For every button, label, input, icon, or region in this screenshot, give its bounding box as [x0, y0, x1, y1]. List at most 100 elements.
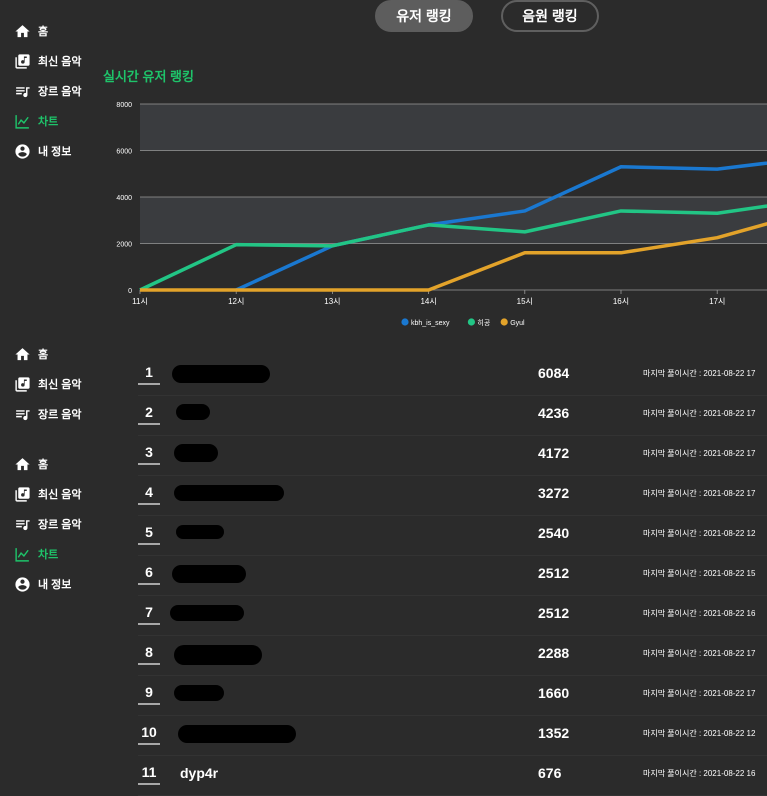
playlist-icon — [14, 406, 31, 423]
grid-band — [140, 104, 767, 151]
sidebar-item[interactable]: 장르 음악 — [14, 399, 82, 429]
sidebar-item-label: 홈 — [38, 349, 49, 361]
last-solve-time: 마지막 풀이시간 : 2021-08-22 15 — [643, 569, 756, 578]
music-library-icon — [14, 53, 31, 70]
ranking-row[interactable]: 6 2512 마지막 풀이시간 : 2021-08-22 15 — [138, 556, 767, 596]
chart-icon — [14, 546, 31, 563]
x-tick-label: 17시 — [709, 297, 725, 306]
y-tick-label: 0 — [128, 288, 132, 295]
tab-user-ranking[interactable]: 유저 랭킹 — [375, 0, 473, 32]
x-tick-label: 14시 — [420, 297, 436, 306]
rank-number: 8 — [138, 644, 160, 665]
redacted-username — [178, 725, 296, 743]
sidebar-item[interactable]: 홈 — [14, 449, 82, 479]
playlist-icon — [14, 516, 31, 533]
score: 2540 — [538, 525, 570, 541]
score: 6084 — [538, 365, 570, 381]
music-library-icon — [14, 486, 31, 503]
ranking-row[interactable]: 2 4236 마지막 풀이시간 : 2021-08-22 17 — [138, 396, 767, 436]
ranking-row[interactable]: 11 dyp4r 676 마지막 풀이시간 : 2021-08-22 16 — [138, 756, 767, 796]
x-tick-label: 15시 — [517, 297, 533, 306]
last-solve-time: 마지막 풀이시간 : 2021-08-22 16 — [643, 769, 756, 778]
sidebar-item[interactable]: 장르 음악 — [14, 509, 82, 539]
legend-label: Gyul — [510, 320, 525, 327]
ranking-row[interactable]: 4 3272 마지막 풀이시간 : 2021-08-22 17 — [138, 476, 767, 516]
rank-number: 1 — [138, 364, 160, 385]
rank-number: 4 — [138, 484, 160, 505]
rank-number: 7 — [138, 604, 160, 625]
sidebar-item-label: 홈 — [38, 26, 49, 38]
ranking-row[interactable]: 9 1660 마지막 풀이시간 : 2021-08-22 17 — [138, 676, 767, 716]
score: 676 — [538, 765, 562, 781]
last-solve-time: 마지막 풀이시간 : 2021-08-22 12 — [643, 529, 756, 538]
sidebar-item[interactable]: 최신 음악 — [14, 46, 82, 76]
sidebar-item-label: 장르 음악 — [38, 519, 82, 531]
x-tick-label: 11시 — [132, 297, 148, 306]
sidebar-item[interactable]: 최신 음악 — [14, 479, 82, 509]
sidebar-item[interactable]: 최신 음악 — [14, 369, 82, 399]
legend-label: kbh_is_sexy — [411, 320, 450, 327]
ranking-row[interactable]: 10 1352 마지막 풀이시간 : 2021-08-22 12 — [138, 716, 767, 756]
sidebar-item-label: 차트 — [38, 549, 59, 561]
last-solve-time: 마지막 풀이시간 : 2021-08-22 16 — [643, 609, 756, 618]
tab-music-ranking[interactable]: 음원 랭킹 — [501, 0, 599, 32]
x-tick-label: 12시 — [228, 297, 244, 306]
redacted-username — [176, 404, 210, 420]
score: 2512 — [538, 605, 570, 621]
redacted-username — [176, 525, 224, 539]
rank-number: 10 — [138, 724, 160, 745]
sidebar-item-label: 홈 — [38, 459, 49, 471]
redacted-username — [174, 444, 218, 462]
legend-marker — [467, 318, 475, 326]
rank-number: 5 — [138, 524, 160, 545]
redacted-username — [170, 605, 244, 621]
ranking-row[interactable]: 5 2540 마지막 풀이시간 : 2021-08-22 12 — [138, 516, 767, 556]
chart-title: 실시간 유저 랭킹 — [103, 69, 194, 84]
redacted-username — [174, 485, 284, 501]
sidebar-item-label: 최신 음악 — [38, 489, 82, 501]
score: 4172 — [538, 445, 570, 461]
ranking-list: 1 6084 마지막 풀이시간 : 2021-08-22 17 2 4236 마지막 풀이… — [138, 356, 767, 796]
sidebar-item-label: 장르 음악 — [38, 409, 82, 421]
realtime-user-ranking-chart: 0200040006000800011시12시13시14시15시16시17시18… — [116, 102, 767, 327]
legend-marker — [401, 318, 409, 326]
sidebar-item[interactable]: 차트 — [14, 539, 82, 569]
last-solve-time: 마지막 풀이시간 : 2021-08-22 17 — [643, 409, 756, 418]
ranking-row[interactable]: 7 2512 마지막 풀이시간 : 2021-08-22 16 — [138, 596, 767, 636]
home-icon — [14, 23, 31, 40]
last-solve-time: 마지막 풀이시간 : 2021-08-22 17 — [643, 489, 756, 498]
last-solve-time: 마지막 풀이시간 : 2021-08-22 17 — [643, 369, 756, 378]
music-library-icon — [14, 376, 31, 393]
redacted-username — [172, 365, 270, 383]
ranking-row[interactable]: 8 2288 마지막 풀이시간 : 2021-08-22 17 — [138, 636, 767, 676]
score: 2512 — [538, 565, 570, 581]
last-solve-time: 마지막 풀이시간 : 2021-08-22 12 — [643, 729, 756, 738]
sidebar-item[interactable]: 홈 — [14, 339, 82, 369]
sidebar-item-label: 최신 음악 — [38, 56, 82, 68]
rank-number: 6 — [138, 564, 160, 585]
score: 4236 — [538, 405, 570, 421]
sidebar-item-label: 최신 음악 — [38, 379, 82, 391]
legend-marker — [500, 318, 508, 326]
sidebar-item[interactable]: 홈 — [14, 16, 82, 46]
sidebar-item-label: 내 정보 — [38, 579, 72, 591]
redacted-username — [174, 685, 224, 701]
score: 3272 — [538, 485, 570, 501]
sidebar-menu-2: 홈최신 음악장르 음악 — [14, 339, 82, 429]
y-tick-label: 4000 — [116, 195, 132, 202]
redacted-username — [172, 565, 246, 583]
ranking-row[interactable]: 1 6084 마지막 풀이시간 : 2021-08-22 17 — [138, 356, 767, 396]
redacted-username — [174, 645, 262, 665]
x-tick-label: 13시 — [324, 297, 340, 306]
account-icon — [14, 576, 31, 593]
rank-number: 11 — [138, 764, 160, 785]
score: 1352 — [538, 725, 570, 741]
sidebar-menu-3: 홈최신 음악장르 음악차트내 정보 — [14, 449, 82, 599]
sidebar-item[interactable]: 내 정보 — [14, 569, 82, 599]
ranking-row[interactable]: 3 4172 마지막 풀이시간 : 2021-08-22 17 — [138, 436, 767, 476]
rank-number: 3 — [138, 444, 160, 465]
rank-number: 9 — [138, 684, 160, 705]
last-solve-time: 마지막 풀이시간 : 2021-08-22 17 — [643, 689, 756, 698]
y-tick-label: 8000 — [116, 102, 132, 109]
legend-label: 히공 — [477, 318, 490, 327]
